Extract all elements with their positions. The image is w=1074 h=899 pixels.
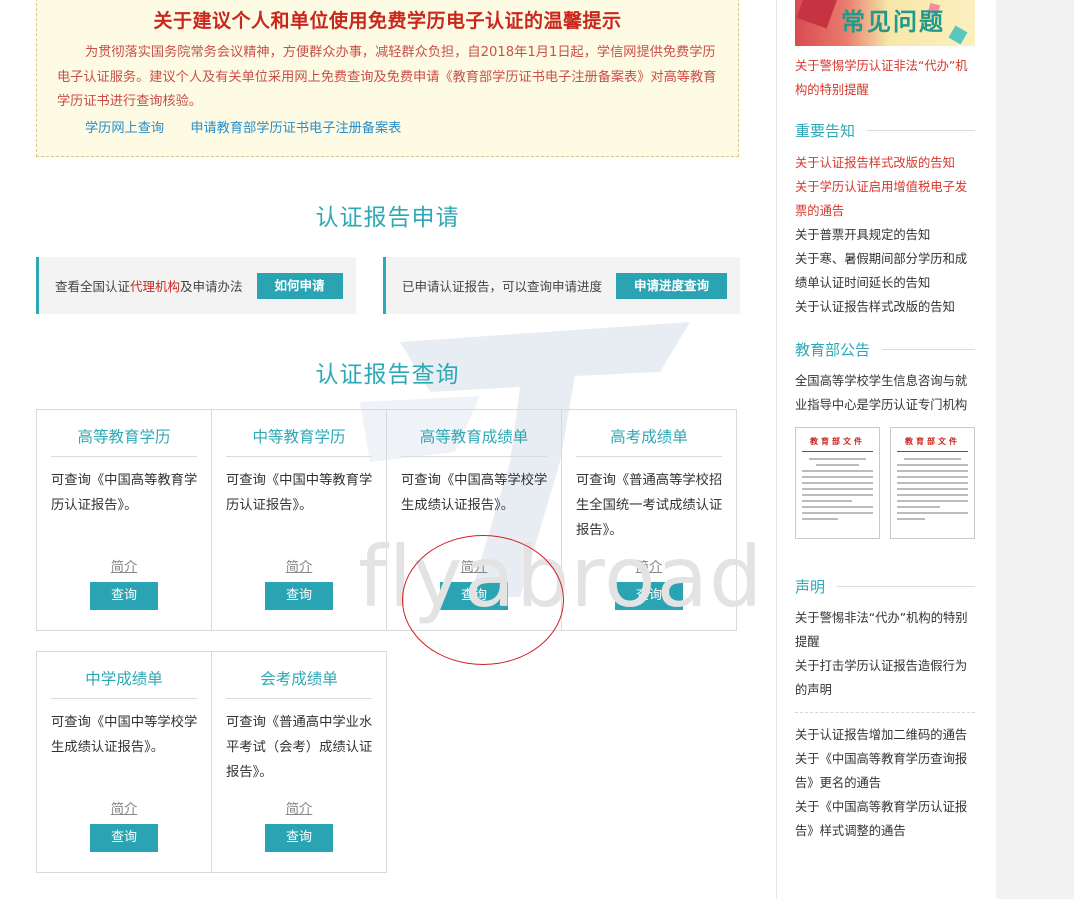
card-description: 可查询《普通高中学业水平考试（会考）成绩认证报告》。 — [226, 715, 373, 780]
card-title: 高考成绩单 — [576, 425, 722, 457]
query-button[interactable]: 查询 — [265, 824, 333, 852]
faq-links: 关于警惕学历认证非法“代办”机构的特别提醒 — [795, 54, 977, 102]
important-link[interactable]: 关于认证报告样式改版的告知 — [795, 151, 977, 175]
document-thumbnail[interactable]: 教育部文件 — [795, 427, 880, 539]
important-notice-heading: 重要告知 — [795, 120, 975, 141]
query-section-title: 认证报告查询 — [315, 362, 460, 388]
annotation-circle — [402, 535, 564, 665]
card-title: 中等教育学历 — [226, 425, 372, 457]
agency-link[interactable]: 代理机构 — [130, 276, 180, 295]
progress-text: 已申请认证报告，可以查询申请进度 — [402, 279, 603, 294]
statement-heading: 声明 — [795, 576, 975, 597]
bottom-link[interactable]: 关于认证报告增加二维码的通告 — [795, 723, 977, 747]
important-link[interactable]: 关于普票开具规定的告知 — [795, 223, 977, 247]
moe-notice-link[interactable]: 全国高等学校学生信息咨询与就业指导中心是学历认证专门机构 — [795, 369, 977, 417]
important-links-red: 关于认证报告样式改版的告知 关于学历认证启用增值税电子发票的通告 — [795, 151, 977, 223]
card-intro-link[interactable]: 简介 — [212, 798, 386, 817]
statement-link[interactable]: 关于打击学历认证报告造假行为的声明 — [795, 654, 977, 702]
agency-text-suffix: 及申请办法 — [180, 279, 243, 294]
card-middle-school-transcript: 中学成绩单 可查询《中国中等学校学生成绩认证报告》。 简介 查询 — [36, 651, 212, 873]
apply-registration-form-link[interactable]: 申请教育部学历证书电子注册备案表 — [190, 121, 401, 136]
card-title: 高等教育学历 — [51, 425, 197, 457]
card-intro-link[interactable]: 简介 — [37, 556, 211, 575]
card-title: 高等教育成绩单 — [401, 425, 547, 457]
sidebar-separator — [795, 712, 975, 713]
page-gutter — [996, 0, 1074, 899]
apply-section-title: 认证报告申请 — [315, 205, 460, 231]
notice-box: 关于建议个人和单位使用免费学历电子认证的温馨提示 为贯彻落实国务院常务会议精神，… — [36, 0, 739, 157]
notice-body: 为贯彻落实国务院常务会议精神，方便群众办事，减轻群众负担，自2018年1月1日起… — [57, 45, 717, 109]
query-button[interactable]: 查询 — [90, 824, 158, 852]
statement-links: 关于警惕非法“代办”机构的特别提醒 关于打击学历认证报告造假行为的声明 — [795, 606, 977, 702]
heading-rule — [867, 130, 975, 131]
statement-title: 声明 — [795, 578, 826, 596]
card-description: 可查询《中国高等教育学历认证报告》。 — [51, 473, 198, 513]
card-description: 可查询《中国中等教育学历认证报告》。 — [226, 473, 373, 513]
card-description: 可查询《中国高等学校学生成绩认证报告》。 — [401, 473, 548, 513]
faq-banner[interactable]: 常见问题 — [795, 0, 975, 46]
moe-notice-heading: 教育部公告 — [795, 339, 975, 360]
query-button[interactable]: 查询 — [265, 582, 333, 610]
how-to-apply-button[interactable]: 如何申请 — [256, 272, 343, 299]
bottom-link[interactable]: 关于《中国高等教育学历查询报告》更名的通告 — [795, 747, 977, 795]
online-query-link[interactable]: 学历网上查询 — [85, 121, 164, 136]
agency-box: 查看全国认证 代理机构 及申请办法 如何申请 — [36, 257, 356, 314]
important-link[interactable]: 关于学历认证启用增值税电子发票的通告 — [795, 175, 977, 223]
document-header: 教育部文件 — [905, 437, 960, 446]
heading-rule — [837, 586, 975, 587]
card-intro-link[interactable]: 简介 — [37, 798, 211, 817]
query-button[interactable]: 查询 — [90, 582, 158, 610]
bottom-links: 关于认证报告增加二维码的通告 关于《中国高等教育学历查询报告》更名的通告 关于《… — [795, 723, 977, 843]
notice-links: 学历网上查询 申请教育部学历证书电子注册备案表 — [85, 117, 423, 136]
banner-decoration — [948, 25, 968, 45]
moe-notice-title: 教育部公告 — [795, 341, 871, 359]
card-huikao-transcript: 会考成绩单 可查询《普通高中学业水平考试（会考）成绩认证报告》。 简介 查询 — [211, 651, 387, 873]
card-description: 可查询《中国中等学校学生成绩认证报告》。 — [51, 715, 198, 755]
progress-query-button[interactable]: 申请进度查询 — [616, 272, 728, 299]
sidebar-divider — [776, 0, 777, 899]
notice-title: 关于建议个人和单位使用免费学历电子认证的温馨提示 — [153, 10, 622, 32]
statement-link[interactable]: 关于警惕非法“代办”机构的特别提醒 — [795, 606, 977, 654]
card-higher-education: 高等教育学历 可查询《中国高等教育学历认证报告》。 简介 查询 — [36, 409, 212, 631]
important-link[interactable]: 关于寒、暑假期间部分学历和成绩单认证时间延长的告知 — [795, 247, 977, 295]
progress-box: 已申请认证报告，可以查询申请进度 申请进度查询 — [383, 257, 740, 314]
important-notice-title: 重要告知 — [795, 122, 856, 140]
important-links-dark: 关于普票开具规定的告知 关于寒、暑假期间部分学历和成绩单认证时间延长的告知 关于… — [795, 223, 977, 319]
card-title: 会考成绩单 — [226, 667, 372, 699]
agency-text-prefix: 查看全国认证 — [55, 279, 131, 294]
card-title: 中学成绩单 — [51, 667, 197, 699]
document-thumbnail[interactable]: 教育部文件 — [890, 427, 975, 539]
bottom-link[interactable]: 关于《中国高等教育学历认证报告》样式调整的通告 — [795, 795, 977, 843]
faq-link[interactable]: 关于警惕学历认证非法“代办”机构的特别提醒 — [795, 54, 977, 102]
moe-notice-text: 全国高等学校学生信息咨询与就业指导中心是学历认证专门机构 — [795, 369, 977, 417]
document-header: 教育部文件 — [810, 437, 865, 446]
faq-title: 常见问题 — [841, 7, 945, 36]
banner-decoration — [796, 0, 838, 29]
important-link[interactable]: 关于认证报告样式改版的告知 — [795, 295, 977, 319]
heading-rule — [882, 349, 975, 350]
